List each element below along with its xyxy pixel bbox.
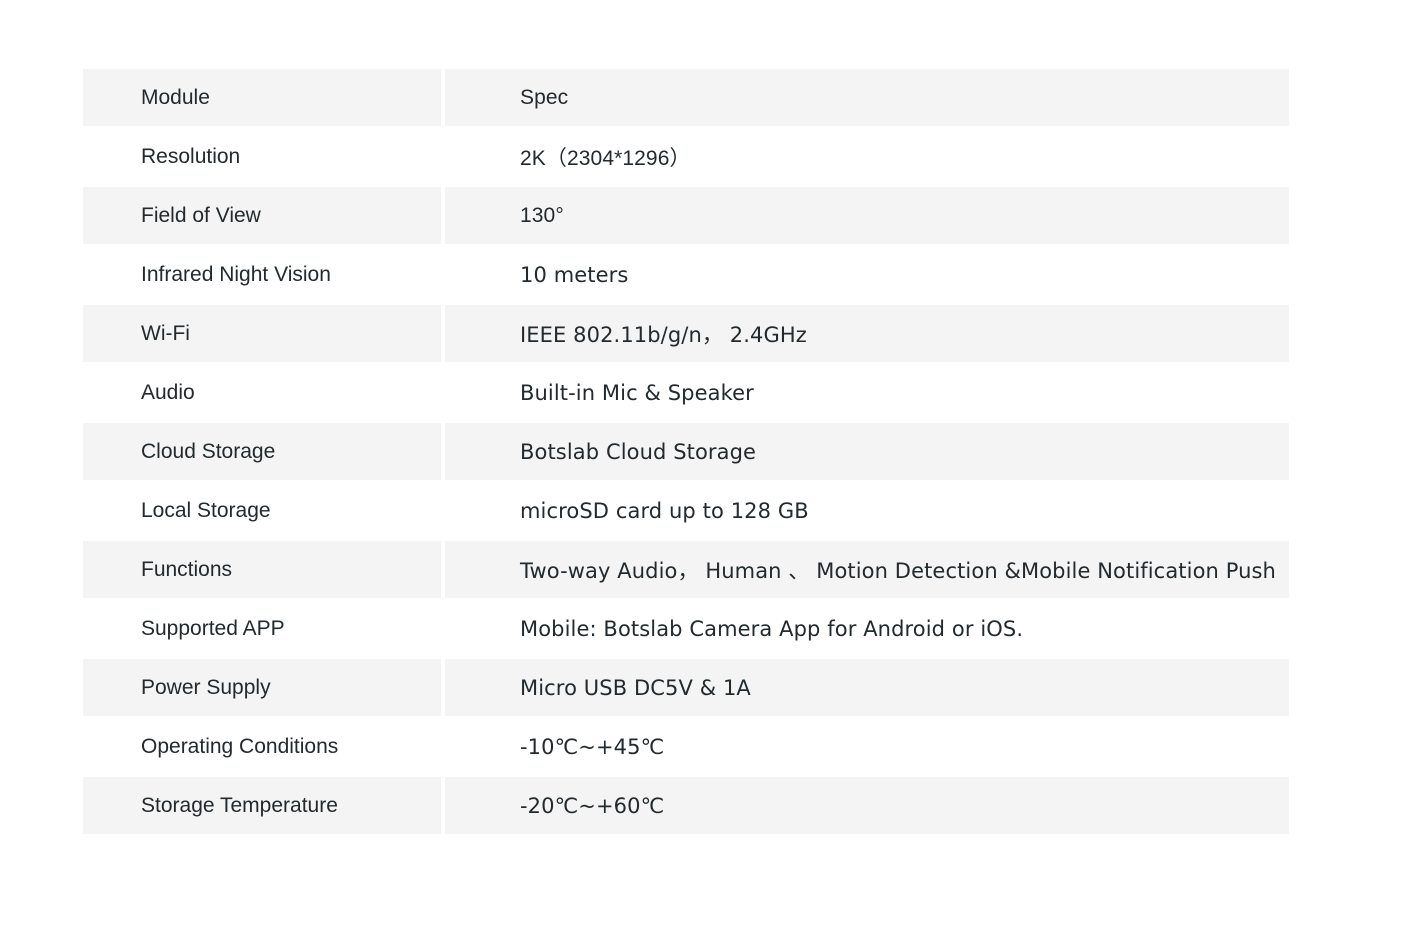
row-value: Micro USB DC5V & 1A (445, 659, 1289, 716)
header-spec: Spec (445, 69, 1289, 126)
row-value: Botslab Cloud Storage (445, 423, 1289, 480)
row-label: Resolution (141, 144, 241, 168)
row-label: Cloud Storage (83, 423, 441, 480)
table-row: Field of View 130° (83, 187, 1289, 246)
row-value: Two-way Audio， Human 、 Motion Detection … (445, 541, 1289, 598)
row-label: Power Supply (83, 659, 441, 716)
row-value: microSD card up to 128 GB (520, 498, 809, 523)
table-row: Storage Temperature -20℃~+60℃ (83, 777, 1289, 836)
row-label: Local Storage (141, 498, 271, 522)
row-value: 130° (445, 187, 1289, 244)
row-value: 10 meters (520, 262, 629, 287)
table-row: Wi-Fi IEEE 802.11b/g/n， 2.4GHz (83, 305, 1289, 364)
row-label: Wi-Fi (83, 305, 441, 362)
row-value: IEEE 802.11b/g/n， 2.4GHz (445, 305, 1289, 362)
spec-table: Module Spec Resolution 2K（2304*1296） Fie… (83, 69, 1289, 836)
table-row: Functions Two-way Audio， Human 、 Motion … (83, 541, 1289, 600)
row-label: Functions (83, 541, 441, 598)
row-value: 2K（2304*1296） (520, 146, 691, 170)
row-label: Infrared Night Vision (141, 262, 331, 286)
row-label: Field of View (83, 187, 441, 244)
row-value: Built-in Mic & Speaker (520, 380, 754, 405)
row-label: Supported APP (141, 616, 285, 640)
header-module: Module (83, 69, 441, 126)
table-header-row: Module Spec (83, 69, 1289, 128)
table-row: Power Supply Micro USB DC5V & 1A (83, 659, 1289, 718)
row-value: -20℃~+60℃ (445, 777, 1289, 834)
row-label: Operating Conditions (141, 734, 339, 758)
table-row: Audio Built-in Mic & Speaker (83, 364, 1289, 423)
table-row: Cloud Storage Botslab Cloud Storage (83, 423, 1289, 482)
row-value: -10℃~+45℃ (520, 734, 665, 759)
table-row: Supported APP Mobile: Botslab Camera App… (83, 600, 1289, 659)
row-value: Mobile: Botslab Camera App for Android o… (520, 616, 1024, 641)
row-label: Storage Temperature (83, 777, 441, 834)
row-label: Audio (141, 380, 195, 404)
table-row: Infrared Night Vision 10 meters (83, 246, 1289, 305)
table-row: Local Storage microSD card up to 128 GB (83, 482, 1289, 541)
table-row: Resolution 2K（2304*1296） (83, 128, 1289, 187)
table-row: Operating Conditions -10℃~+45℃ (83, 718, 1289, 777)
